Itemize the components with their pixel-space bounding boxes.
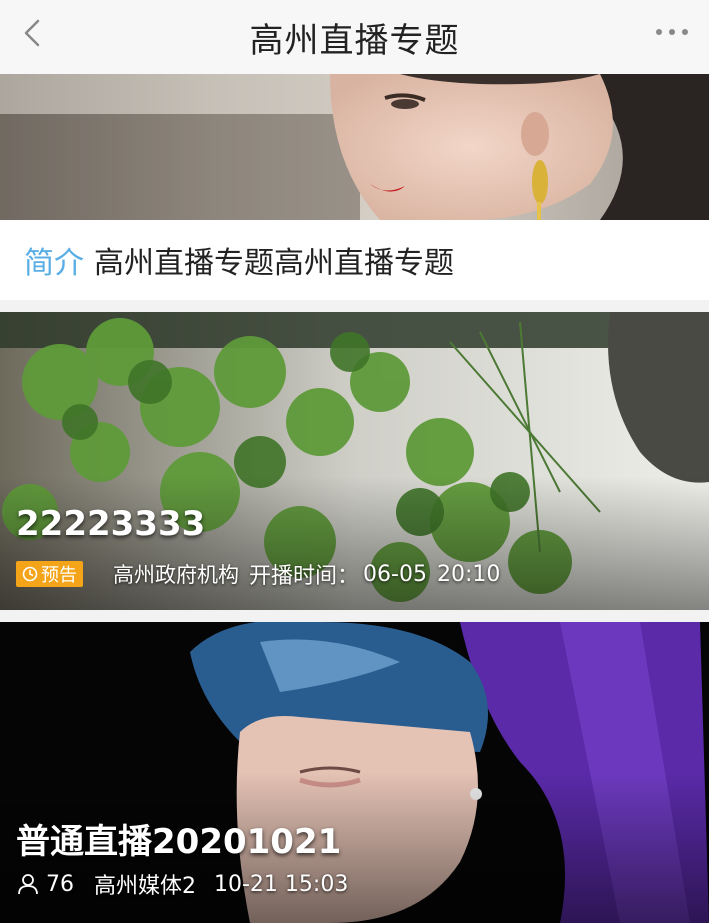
live-card-meta: 76 高州媒体2 10-21 15:03 bbox=[16, 868, 348, 900]
intro-label: 简介 bbox=[24, 246, 84, 281]
live-card-title: 普通直播20201021 bbox=[16, 822, 342, 862]
start-time: 20:10 bbox=[436, 561, 501, 587]
start-time-label: 开播时间： bbox=[249, 564, 360, 589]
chevron-left-icon[interactable] bbox=[18, 17, 50, 49]
live-datetime: 10-21 15:03 bbox=[214, 871, 349, 897]
top-navbar: 高州直播专题 bbox=[0, 0, 709, 74]
topic-intro: 简介 高州直播专题高州直播专题 bbox=[0, 220, 709, 300]
live-card-preview[interactable]: 22223333 预告 高州政府机构 开播时间： 06-05 20:10 bbox=[0, 312, 709, 610]
start-date: 06-05 bbox=[363, 561, 427, 587]
badge-label: 预告 bbox=[41, 565, 77, 586]
org-name: 高州政府机构 bbox=[113, 563, 239, 587]
preview-badge: 预告 bbox=[16, 561, 83, 587]
viewer-count: 76 bbox=[46, 871, 74, 897]
live-card-title: 22223333 bbox=[16, 504, 206, 544]
live-card-meta: 预告 高州政府机构 开播时间： 06-05 20:10 bbox=[16, 558, 500, 590]
intro-text: 高州直播专题高州直播专题 bbox=[94, 246, 454, 281]
topic-banner-image bbox=[0, 74, 709, 220]
live-card-normal[interactable]: 普通直播20201021 76 高州媒体2 10-21 15:03 bbox=[0, 622, 709, 923]
page-title: 高州直播专题 bbox=[249, 20, 460, 61]
more-dots-icon[interactable] bbox=[655, 22, 689, 42]
clock-icon bbox=[22, 566, 38, 582]
media-name: 高州媒体2 bbox=[94, 874, 196, 899]
viewer-icon bbox=[18, 874, 38, 895]
